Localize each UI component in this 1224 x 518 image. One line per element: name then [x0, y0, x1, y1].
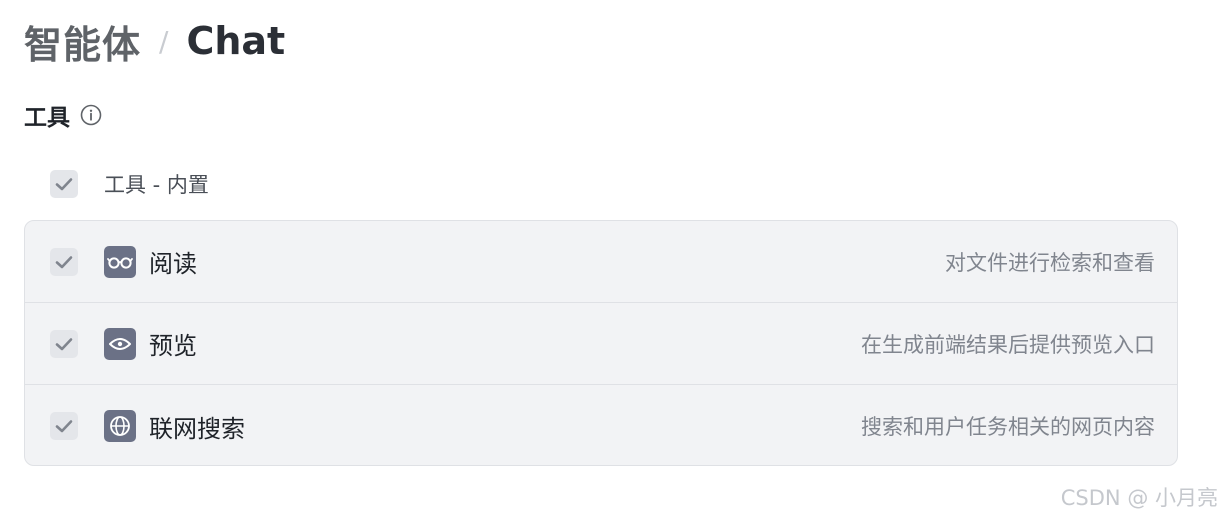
tool-description: 搜索和用户任务相关的网页内容: [861, 415, 1155, 439]
breadcrumb: 智能体 / Chat: [24, 14, 286, 69]
page-title: Chat: [186, 19, 286, 63]
tool-checkbox[interactable]: [50, 329, 78, 358]
section-title: 工具: [24, 105, 70, 131]
globe-icon: [104, 410, 136, 442]
breadcrumb-parent[interactable]: 智能体: [24, 14, 141, 69]
check-icon: [55, 178, 73, 191]
tool-name: 预览: [149, 332, 197, 360]
tool-description: 在生成前端结果后提供预览入口: [861, 332, 1155, 357]
tool-name: 联网搜索: [149, 414, 245, 443]
tool-row-web-search[interactable]: 联网搜索 搜索和用户任务相关的网页内容: [25, 385, 1177, 465]
check-icon: [55, 255, 73, 268]
tool-checkbox[interactable]: [50, 412, 78, 440]
tool-checkbox[interactable]: [50, 247, 78, 276]
builtin-tools-group: 工具 - 内置: [50, 166, 209, 202]
check-icon: [55, 420, 73, 433]
eye-icon: [104, 327, 136, 360]
breadcrumb-separator: /: [159, 24, 169, 58]
tools-section-header: 工具: [24, 98, 102, 132]
tool-name: 阅读: [149, 250, 197, 278]
tool-row-preview[interactable]: 预览 在生成前端结果后提供预览入口: [25, 303, 1177, 385]
check-icon: [55, 337, 73, 350]
group-checkbox[interactable]: [50, 170, 78, 198]
info-circle-icon[interactable]: [80, 104, 102, 126]
tool-row-read[interactable]: 阅读 对文件进行检索和查看: [25, 221, 1177, 303]
tool-list: 阅读 对文件进行检索和查看 预览 在生成前端结果后提供预览入口 联网搜索 搜索和…: [24, 220, 1178, 466]
watermark: CSDN @ 小月亮: [1060, 486, 1218, 510]
tool-description: 对文件进行检索和查看: [945, 250, 1155, 275]
glasses-icon: [104, 245, 136, 278]
group-label: 工具 - 内置: [104, 173, 209, 197]
